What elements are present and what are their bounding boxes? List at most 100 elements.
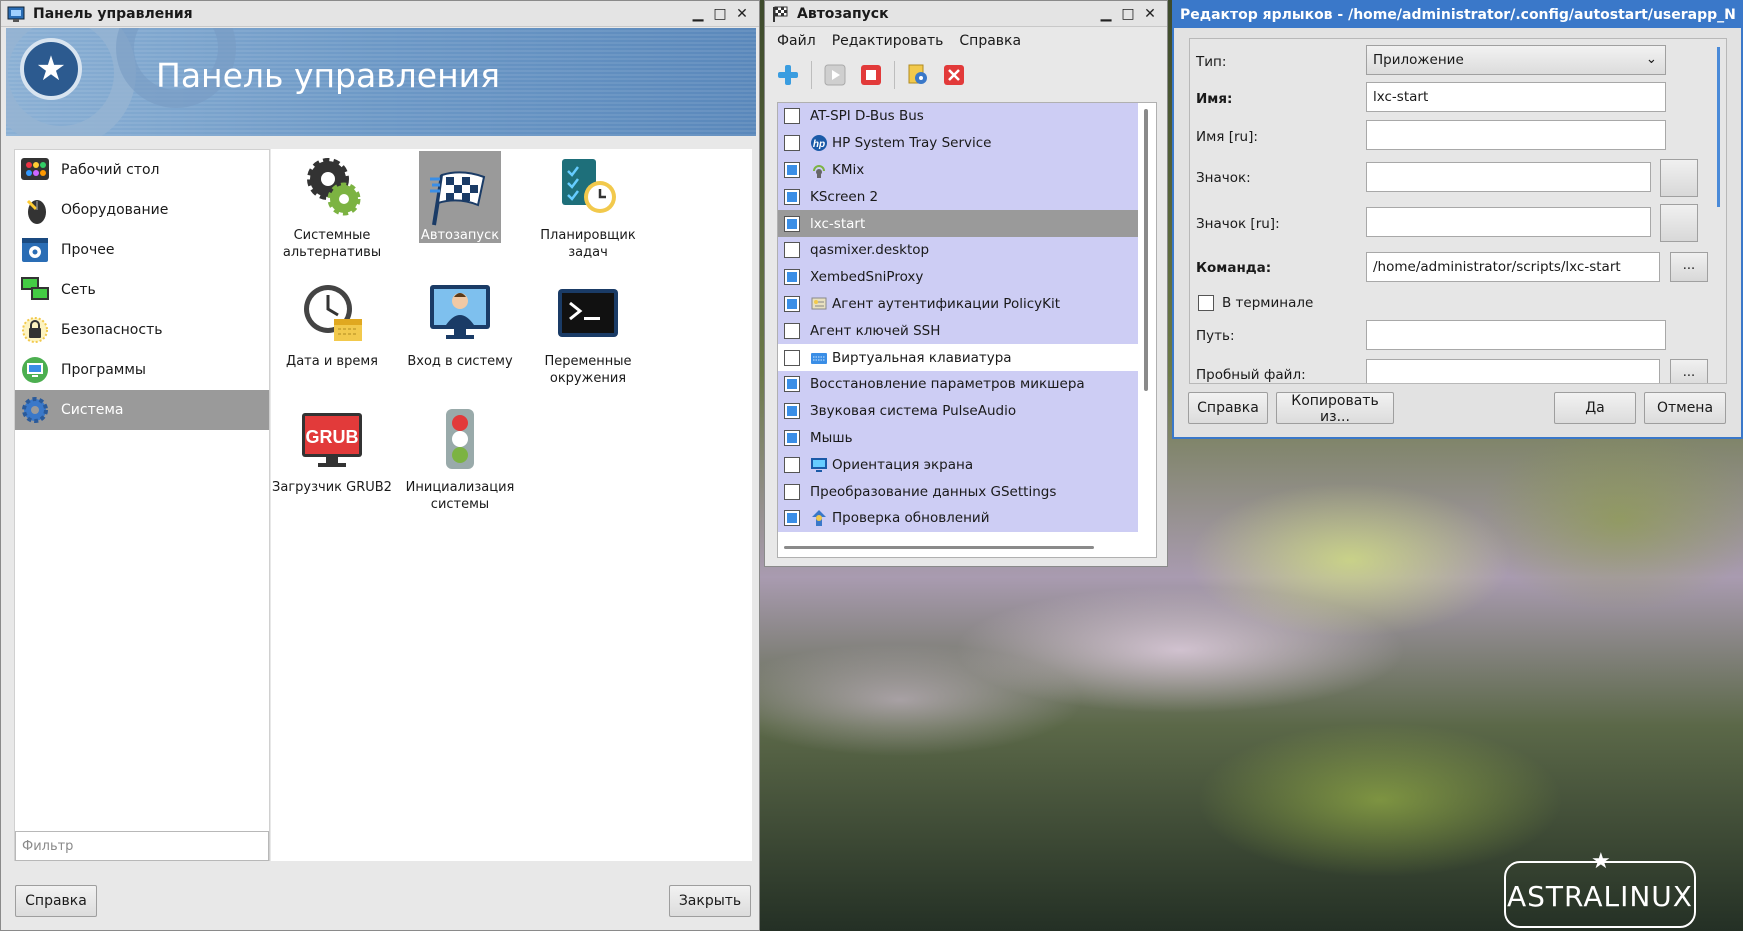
- applet-2[interactable]: Планировщик задач: [527, 151, 649, 261]
- applet-1[interactable]: Автозапуск: [399, 151, 521, 244]
- applet-0[interactable]: Системные альтернативы: [271, 151, 393, 261]
- name-input[interactable]: lxc-start: [1366, 82, 1666, 112]
- autostart-checkbox[interactable]: [784, 429, 800, 446]
- command-input[interactable]: /home/administrator/scripts/lxc-start: [1366, 252, 1660, 282]
- path-input[interactable]: [1366, 320, 1666, 350]
- desktop-icon: [19, 154, 51, 186]
- icon-ru-input[interactable]: [1366, 207, 1651, 237]
- star-logo-icon: ★: [20, 38, 82, 100]
- icon-ru-picker-button[interactable]: [1660, 204, 1698, 242]
- autostart-checkbox[interactable]: [784, 108, 800, 125]
- start-icon[interactable]: [822, 62, 848, 88]
- autostart-checkbox[interactable]: [784, 456, 800, 473]
- applet-4[interactable]: Вход в систему: [399, 277, 521, 370]
- maximize-button[interactable]: □: [709, 4, 731, 24]
- autostart-checkbox[interactable]: [784, 483, 800, 500]
- checkbox[interactable]: [1198, 295, 1214, 311]
- help-button[interactable]: Справка: [15, 885, 97, 917]
- autostart-checkbox[interactable]: [784, 269, 800, 286]
- autostart-item[interactable]: AT-SPI D-Bus Bus: [778, 103, 1138, 130]
- stop-icon[interactable]: [858, 62, 884, 88]
- control-panel-titlebar[interactable]: Панель управления ▁ □ ✕: [1, 1, 759, 27]
- autostart-item[interactable]: Виртуальная клавиатура: [778, 344, 1138, 371]
- form-scrollbar[interactable]: [1717, 47, 1720, 207]
- autostart-item[interactable]: KMix: [778, 156, 1138, 184]
- sidebar-item-5[interactable]: Программы: [15, 350, 269, 390]
- close-window-button[interactable]: ✕: [1139, 4, 1161, 24]
- maximize-button[interactable]: □: [1117, 4, 1139, 24]
- copy-from-button[interactable]: Копировать из...: [1276, 392, 1394, 425]
- autostart-checkbox[interactable]: [784, 188, 800, 205]
- command-browse-button[interactable]: ...: [1670, 252, 1708, 282]
- menu-file[interactable]: Файл: [777, 33, 816, 49]
- terminal-checkbox[interactable]: В терминале: [1198, 295, 1313, 311]
- cancel-button[interactable]: Отмена: [1644, 392, 1726, 424]
- filter-input[interactable]: [15, 831, 269, 861]
- horizontal-scrollbar[interactable]: [784, 546, 1094, 549]
- applet-label: Системные альтернативы: [282, 228, 382, 260]
- icon-picker-button[interactable]: [1660, 159, 1698, 197]
- autostart-item[interactable]: Восстановление параметров микшера: [778, 370, 1138, 398]
- menu-edit[interactable]: Редактировать: [832, 33, 944, 49]
- close-window-button[interactable]: ✕: [731, 4, 753, 24]
- autostart-item[interactable]: qasmixer.desktop: [778, 236, 1138, 264]
- autostart-item[interactable]: Мышь: [778, 424, 1138, 452]
- sidebar-item-3[interactable]: Сеть: [15, 270, 269, 310]
- autostart-item[interactable]: Агент ключей SSH: [778, 317, 1138, 345]
- autostart-checkbox[interactable]: [784, 242, 800, 259]
- ok-button[interactable]: Да: [1554, 392, 1636, 424]
- type-select[interactable]: Приложение ⌄: [1366, 45, 1666, 75]
- properties-icon[interactable]: [905, 62, 931, 88]
- clock-calendar-icon: [296, 277, 368, 349]
- sidebar-item-label: Прочее: [61, 242, 115, 258]
- autostart-checkbox[interactable]: [784, 403, 800, 420]
- autostart-item[interactable]: Звуковая система PulseAudio: [778, 397, 1138, 425]
- sidebar-item-label: Безопасность: [61, 322, 163, 338]
- autostart-item-label: Агент аутентификации PolicyKit: [832, 295, 1061, 312]
- autostart-item[interactable]: Преобразование данных GSettings: [778, 478, 1138, 505]
- add-icon[interactable]: [775, 62, 801, 88]
- autostart-checkbox[interactable]: [784, 215, 800, 232]
- minimize-button[interactable]: ▁: [1095, 4, 1117, 24]
- sidebar-item-6[interactable]: Система: [15, 390, 269, 430]
- applet-3[interactable]: Дата и время: [271, 277, 393, 370]
- delete-icon[interactable]: [941, 62, 967, 88]
- autostart-item[interactable]: Агент аутентификации PolicyKit: [778, 290, 1138, 318]
- autostart-checkbox[interactable]: [784, 161, 800, 178]
- minimize-button[interactable]: ▁: [687, 4, 709, 24]
- autostart-titlebar[interactable]: Автозапуск ▁ □ ✕: [765, 1, 1167, 27]
- autostart-checkbox[interactable]: [784, 349, 800, 366]
- autostart-checkbox[interactable]: [784, 295, 800, 312]
- menu-help[interactable]: Справка: [959, 33, 1021, 49]
- name-label: Имя:: [1196, 91, 1233, 107]
- tryexec-input[interactable]: [1366, 359, 1660, 383]
- sidebar-item-4[interactable]: Безопасность: [15, 310, 269, 350]
- sidebar-item-0[interactable]: Рабочий стол: [15, 150, 269, 190]
- name-ru-input[interactable]: [1366, 120, 1666, 150]
- applet-label: Планировщик задач: [540, 228, 636, 260]
- sidebar-item-1[interactable]: Оборудование: [15, 190, 269, 230]
- applet-7[interactable]: Инициализация системы: [399, 403, 521, 513]
- icon-input[interactable]: [1366, 162, 1651, 192]
- autostart-checkbox[interactable]: [784, 510, 800, 527]
- applet-6[interactable]: GRUB Загрузчик GRUB2: [271, 403, 393, 496]
- autostart-item[interactable]: lxc-start: [778, 210, 1138, 237]
- security-lock-icon: [19, 314, 51, 346]
- vertical-scrollbar[interactable]: [1144, 109, 1148, 391]
- editor-help-button[interactable]: Справка: [1188, 392, 1268, 424]
- autostart-item[interactable]: XembedSniProxy: [778, 263, 1138, 291]
- svg-text:GRUB: GRUB: [306, 427, 359, 447]
- autostart-item[interactable]: Ориентация экрана: [778, 451, 1138, 479]
- close-button[interactable]: Закрыть: [669, 885, 751, 917]
- autostart-checkbox[interactable]: [784, 322, 800, 339]
- autostart-item[interactable]: Проверка обновлений: [778, 504, 1138, 532]
- tryexec-browse-button[interactable]: ...: [1670, 359, 1708, 383]
- autostart-item[interactable]: KScreen 2: [778, 183, 1138, 211]
- autostart-item[interactable]: hp HP System Tray Service: [778, 129, 1138, 157]
- autostart-checkbox[interactable]: [784, 376, 800, 393]
- applet-5[interactable]: Переменные окружения: [527, 277, 649, 387]
- autostart-checkbox[interactable]: [784, 135, 800, 152]
- sidebar-item-2[interactable]: Прочее: [15, 230, 269, 270]
- autostart-item-label: KScreen 2: [810, 188, 879, 205]
- editor-titlebar[interactable]: Редактор ярлыков - /home/administrator/.…: [1174, 2, 1741, 28]
